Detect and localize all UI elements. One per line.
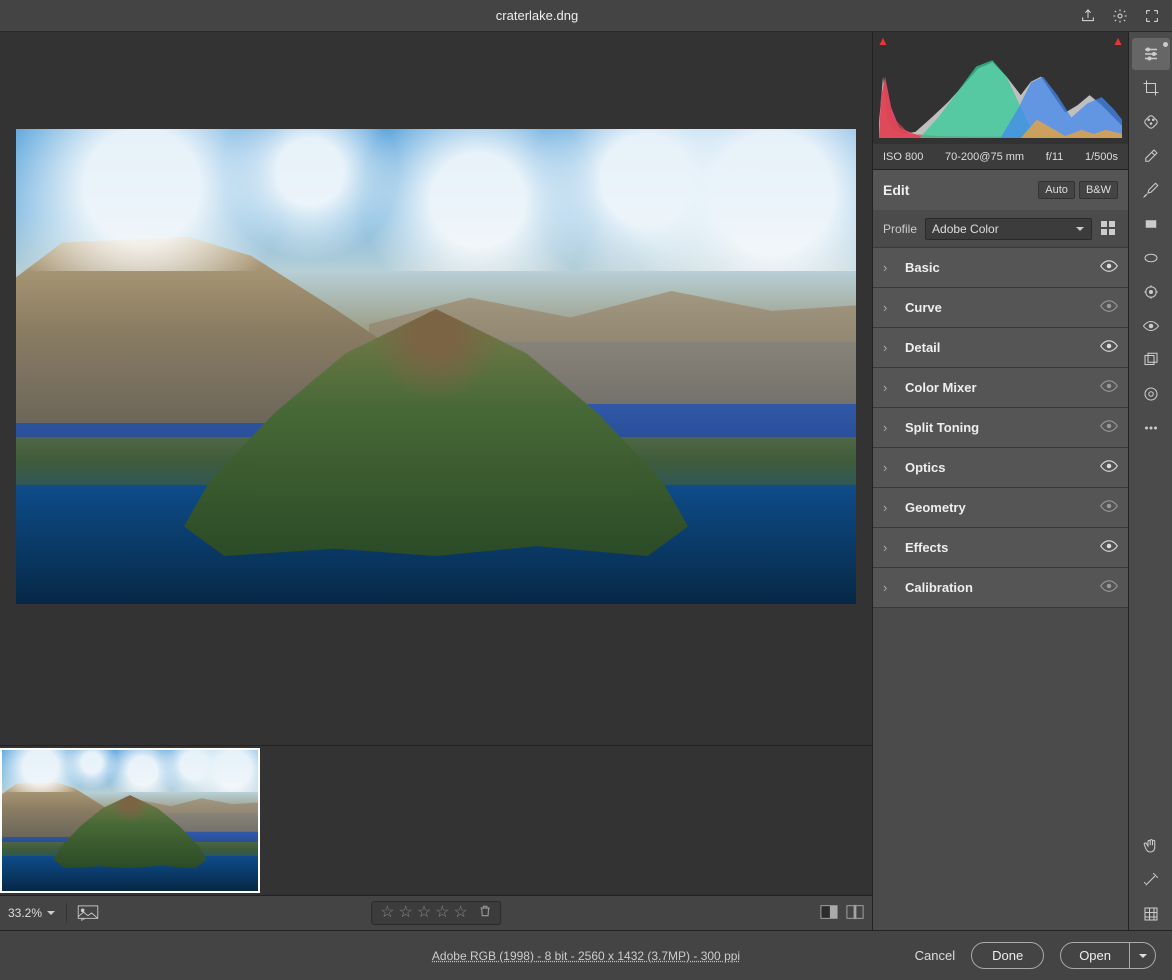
bw-button[interactable]: B&W: [1079, 181, 1118, 199]
viewer-footer: 33.2% ☆ ☆ ☆ ☆ ☆: [0, 895, 872, 930]
iso-value: ISO 800: [883, 151, 923, 163]
tool-rail: [1128, 32, 1172, 930]
zoom-value: 33.2%: [8, 906, 42, 920]
edit-panel: ▲ ▲ ISO 800 70-200@75 mm f/11 1/500s: [872, 32, 1128, 930]
histogram[interactable]: ▲ ▲: [873, 32, 1128, 144]
chevron-right-icon: ›: [883, 260, 895, 275]
star-5[interactable]: ☆: [454, 905, 468, 921]
section-label: Curve: [905, 300, 1100, 315]
cancel-button[interactable]: Cancel: [915, 948, 955, 963]
edit-header: Edit Auto B&W: [873, 170, 1128, 210]
heal-tool-icon[interactable]: [1132, 106, 1170, 138]
panel-section-calibration[interactable]: › Calibration: [873, 568, 1128, 608]
auto-button[interactable]: Auto: [1038, 181, 1075, 199]
radial-tool-icon[interactable]: [1132, 242, 1170, 274]
section-label: Detail: [905, 340, 1100, 355]
zoom-level[interactable]: 33.2%: [0, 906, 60, 920]
grid-view-icon[interactable]: [1132, 898, 1170, 930]
panel-section-effects[interactable]: › Effects: [873, 528, 1128, 568]
presets-icon[interactable]: [1132, 378, 1170, 410]
open-button[interactable]: Open: [1060, 942, 1130, 969]
panel-section-optics[interactable]: › Optics: [873, 448, 1128, 488]
document-title: craterlake.dng: [0, 8, 1074, 23]
aperture-value: f/11: [1046, 151, 1064, 163]
star-2[interactable]: ☆: [398, 905, 412, 921]
visibility-eye-icon[interactable]: [1100, 460, 1118, 475]
chevron-right-icon: ›: [883, 420, 895, 435]
edit-tool-icon[interactable]: [1132, 38, 1170, 70]
image-info-link[interactable]: Adobe RGB (1998) - 8 bit - 2560 x 1432 (…: [432, 949, 740, 963]
section-label: Optics: [905, 460, 1100, 475]
hand-tool-icon[interactable]: [1132, 830, 1170, 862]
snapshots-icon[interactable]: [1132, 344, 1170, 376]
profile-browser-icon[interactable]: [1100, 220, 1118, 238]
photo-preview: [16, 129, 856, 604]
gradient-tool-icon[interactable]: [1132, 208, 1170, 240]
title-bar: craterlake.dng: [0, 0, 1172, 32]
magic-tool-icon[interactable]: [1132, 864, 1170, 896]
section-label: Effects: [905, 540, 1100, 555]
open-menu-caret[interactable]: [1130, 942, 1156, 969]
panel-section-color-mixer[interactable]: › Color Mixer: [873, 368, 1128, 408]
open-button-group: Open: [1060, 942, 1156, 969]
panel-section-geometry[interactable]: › Geometry: [873, 488, 1128, 528]
viewer-column: 33.2% ☆ ☆ ☆ ☆ ☆: [0, 32, 872, 930]
chevron-right-icon: ›: [883, 460, 895, 475]
shot-info: ISO 800 70-200@75 mm f/11 1/500s: [873, 144, 1128, 170]
visibility-eye-icon[interactable]: [1100, 540, 1118, 555]
edit-title: Edit: [883, 182, 909, 198]
more-icon[interactable]: [1132, 412, 1170, 444]
chevron-right-icon: ›: [883, 500, 895, 515]
fullscreen-icon[interactable]: [1138, 2, 1166, 30]
done-button[interactable]: Done: [971, 942, 1044, 969]
profile-row: Profile Adobe Color: [873, 210, 1128, 248]
section-label: Color Mixer: [905, 380, 1100, 395]
export-icon[interactable]: [1074, 2, 1102, 30]
single-view-icon[interactable]: [820, 903, 838, 924]
visibility-eye-icon[interactable]: [1100, 500, 1118, 515]
panel-section-detail[interactable]: › Detail: [873, 328, 1128, 368]
crop-tool-icon[interactable]: [1132, 72, 1170, 104]
visibility-eye-icon[interactable]: [1100, 580, 1118, 595]
star-1[interactable]: ☆: [380, 905, 394, 921]
chevron-right-icon: ›: [883, 300, 895, 315]
section-label: Split Toning: [905, 420, 1100, 435]
visibility-eye-icon[interactable]: [1100, 380, 1118, 395]
eyedropper-tool-icon[interactable]: [1132, 140, 1170, 172]
redeye-tool-icon[interactable]: [1132, 310, 1170, 342]
chevron-right-icon: ›: [883, 540, 895, 555]
visibility-eye-icon[interactable]: [1100, 300, 1118, 315]
section-label: Geometry: [905, 500, 1100, 515]
target-tool-icon[interactable]: [1132, 276, 1170, 308]
visibility-eye-icon[interactable]: [1100, 420, 1118, 435]
visibility-eye-icon[interactable]: [1100, 260, 1118, 275]
canvas-area[interactable]: [0, 32, 872, 745]
bottom-bar: Adobe RGB (1998) - 8 bit - 2560 x 1432 (…: [0, 930, 1172, 980]
section-label: Calibration: [905, 580, 1100, 595]
chevron-right-icon: ›: [883, 580, 895, 595]
section-label: Basic: [905, 260, 1100, 275]
profile-select[interactable]: Adobe Color: [925, 218, 1092, 240]
settings-gear-icon[interactable]: [1106, 2, 1134, 30]
brush-tool-icon[interactable]: [1132, 174, 1170, 206]
shutter-value: 1/500s: [1085, 151, 1118, 163]
panel-section-curve[interactable]: › Curve: [873, 288, 1128, 328]
rating-bar: ☆ ☆ ☆ ☆ ☆: [371, 901, 501, 925]
lens-value: 70-200@75 mm: [945, 151, 1024, 163]
star-3[interactable]: ☆: [417, 905, 431, 921]
star-4[interactable]: ☆: [435, 905, 449, 921]
profile-value: Adobe Color: [932, 222, 999, 236]
compare-view-icon[interactable]: [846, 903, 864, 924]
panel-section-basic[interactable]: › Basic: [873, 248, 1128, 288]
visibility-eye-icon[interactable]: [1100, 340, 1118, 355]
profile-label: Profile: [883, 222, 917, 236]
filmstrip: [0, 745, 872, 895]
image-overlay-icon[interactable]: [73, 901, 103, 925]
chevron-right-icon: ›: [883, 340, 895, 355]
chevron-right-icon: ›: [883, 380, 895, 395]
trash-icon[interactable]: [478, 904, 492, 922]
panel-section-split-toning[interactable]: › Split Toning: [873, 408, 1128, 448]
filmstrip-thumbnail[interactable]: [0, 748, 260, 893]
